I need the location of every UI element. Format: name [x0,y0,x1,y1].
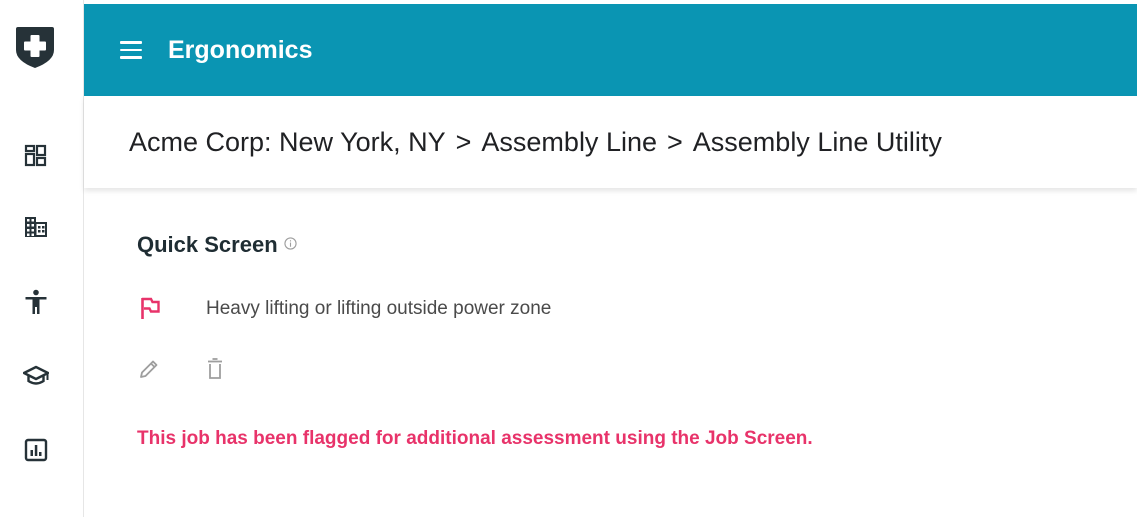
building-icon [25,217,47,237]
quick-screen-title: Quick Screen [137,232,297,258]
sidebar [0,0,84,517]
info-icon[interactable] [284,237,297,250]
breadcrumb-item-department[interactable]: Assembly Line [481,127,657,157]
breadcrumb-separator: > [455,127,472,157]
app-title: Ergonomics [168,36,313,64]
trash-icon[interactable] [205,357,225,381]
breadcrumb: Acme Corp: New York, NY > Assembly Line > As… [129,127,942,158]
shield-plus-icon[interactable] [14,24,56,70]
sidebar-item-reports[interactable] [23,437,49,463]
school-cap-icon [23,365,49,385]
flag-icon [141,297,160,319]
flagged-assessment-message: This job has been flagged for additional… [137,428,813,449]
accessibility-person-icon [25,289,47,314]
sidebar-item-dashboard[interactable] [23,143,49,169]
sidebar-item-ergonomics[interactable] [23,289,49,315]
sidebar-item-locations[interactable] [23,214,49,240]
breadcrumb-item-company[interactable]: Acme Corp: New York, NY [129,127,446,157]
dashboard-icon [24,144,47,167]
app-header: Ergonomics [84,4,1137,96]
pencil-icon[interactable] [138,358,160,380]
hamburger-menu-icon[interactable] [120,41,142,59]
risk-flag-text: Heavy lifting or lifting outside power z… [206,298,552,319]
breadcrumb-bar: Acme Corp: New York, NY > Assembly Line > As… [84,96,1137,188]
quick-screen-title-text: Quick Screen [137,232,278,257]
breadcrumb-separator: > [667,127,683,157]
bar-chart-icon [24,438,48,462]
sidebar-item-training[interactable] [23,363,49,389]
breadcrumb-item-job: Assembly Line Utility [692,127,942,157]
